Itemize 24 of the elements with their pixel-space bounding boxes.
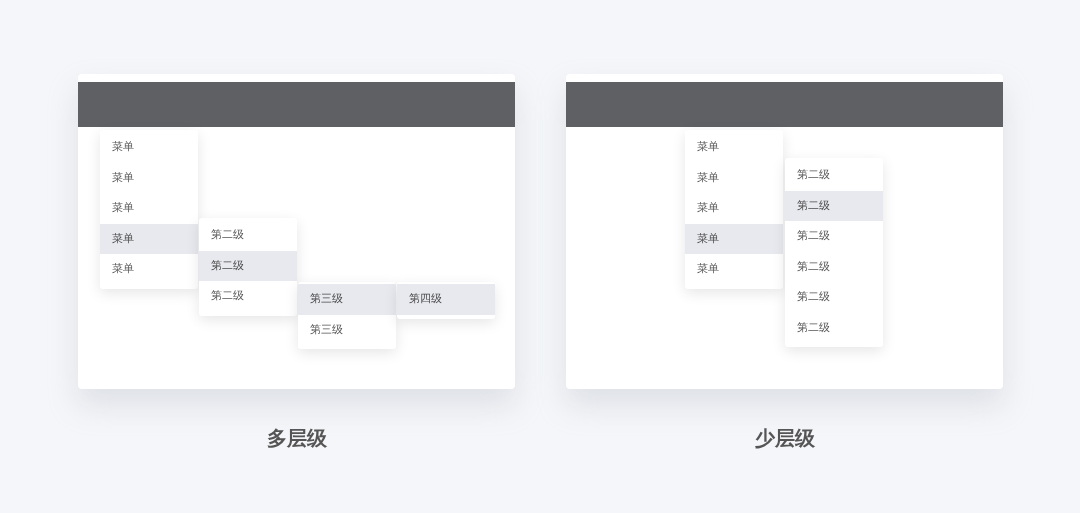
menu-item[interactable]: 第三级	[298, 314, 396, 345]
menu-item[interactable]: 菜单	[100, 132, 198, 163]
menu-item[interactable]: 第四级	[397, 284, 495, 315]
caption: 多层级	[266, 425, 327, 452]
menu-item[interactable]: 菜单	[100, 254, 198, 285]
menu-item[interactable]: 第二级	[785, 312, 883, 343]
menu-item[interactable]: 第二级	[785, 190, 883, 221]
menu-item[interactable]: 第二级	[785, 160, 883, 191]
menu-item[interactable]: 第二级	[785, 251, 883, 282]
menu-item[interactable]: 菜单	[685, 223, 783, 254]
menu-item[interactable]: 第二级	[199, 220, 297, 251]
menu-item[interactable]: 菜单	[685, 132, 783, 163]
menu-item[interactable]: 第二级	[199, 281, 297, 312]
menu-item[interactable]: 第二级	[199, 250, 297, 281]
menu-item[interactable]: 第二级	[785, 221, 883, 252]
menu-item[interactable]: 菜单	[685, 193, 783, 224]
menu-item[interactable]: 第三级	[298, 284, 396, 315]
menu-item[interactable]: 菜单	[100, 223, 198, 254]
caption: 少层级	[754, 425, 815, 452]
menu-item[interactable]: 菜单	[100, 162, 198, 193]
menu-item[interactable]: 菜单	[100, 193, 198, 224]
menu-item[interactable]: 第二级	[785, 282, 883, 313]
menu-item[interactable]: 菜单	[685, 162, 783, 193]
menu-item[interactable]: 菜单	[685, 254, 783, 285]
